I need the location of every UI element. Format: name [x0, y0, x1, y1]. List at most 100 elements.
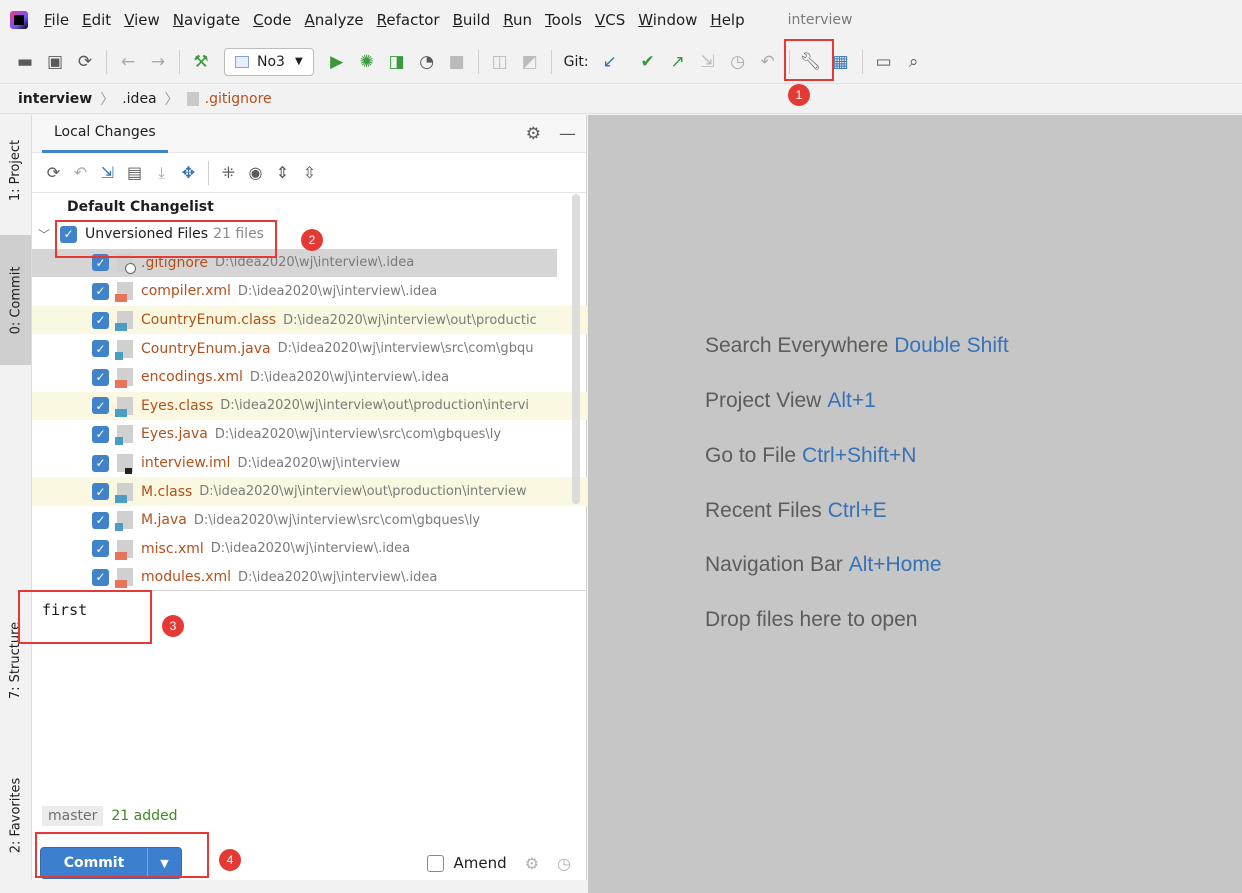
file-name: M.java: [141, 512, 187, 529]
gear-icon[interactable]: ⚙: [525, 854, 539, 873]
search-icon[interactable]: ⌕: [899, 48, 929, 76]
menu-run[interactable]: Run: [503, 11, 532, 29]
stop-icon[interactable]: ■: [442, 48, 472, 76]
file-row[interactable]: ✓ M.class D:\idea2020\wj\interview\out\p…: [32, 477, 587, 506]
file-row[interactable]: ✓ CountryEnum.class D:\idea2020\wj\inter…: [32, 305, 587, 335]
toolbar-divider: [861, 49, 863, 74]
coverage-icon[interactable]: ◨: [382, 48, 412, 76]
file-checkbox[interactable]: ✓: [92, 340, 109, 358]
changelist-icon[interactable]: ▤: [121, 159, 148, 187]
menu-refactor[interactable]: Refactor: [377, 11, 440, 29]
file-checkbox[interactable]: ✓: [92, 511, 109, 529]
attach-debugger-icon[interactable]: ◫: [485, 48, 515, 76]
java-file-icon: [115, 425, 133, 446]
chevron-down-icon[interactable]: ﹀: [38, 226, 50, 243]
git-update-icon[interactable]: ↙: [595, 48, 625, 76]
hint-label: Drop files here to open: [705, 608, 918, 631]
breadcrumb-project[interactable]: interview: [18, 91, 92, 107]
menu-code[interactable]: Code: [253, 11, 291, 29]
gear-icon[interactable]: ⚙: [526, 124, 541, 144]
file-row[interactable]: ✓ compiler.xml D:\idea2020\wj\interview\…: [32, 277, 587, 306]
terminal-icon[interactable]: ▭: [869, 48, 899, 76]
menu-tools[interactable]: Tools: [545, 11, 582, 29]
bottom-tool-strip: [0, 880, 588, 893]
tab-local-changes[interactable]: Local Changes: [42, 115, 168, 153]
file-name: misc.xml: [141, 540, 204, 557]
menu-analyze[interactable]: Analyze: [305, 11, 364, 29]
history-icon[interactable]: ◷: [723, 48, 753, 76]
tree-scrollbar[interactable]: [572, 194, 580, 504]
editor-empty-area[interactable]: Search Everywhere Double Shift Project Vi…: [588, 115, 1242, 893]
minimize-icon[interactable]: —: [559, 124, 576, 144]
menu-help[interactable]: Help: [710, 11, 744, 29]
sync-icon[interactable]: ⟳: [70, 48, 100, 76]
panel-actions: ⚙ —: [508, 124, 586, 144]
changelist-default[interactable]: Default Changelist: [32, 194, 587, 220]
hint-go-to-file: Go to File Ctrl+Shift+N: [705, 444, 916, 468]
file-row[interactable]: ✓ Eyes.class D:\idea2020\wj\interview\ou…: [32, 391, 587, 421]
file-checkbox[interactable]: ✓: [92, 568, 109, 586]
breadcrumb-file[interactable]: .gitignore: [205, 91, 272, 107]
file-checkbox[interactable]: ✓: [92, 483, 109, 501]
tab-project-label: 1: Project: [8, 139, 24, 201]
amend-checkbox[interactable]: [426, 854, 444, 872]
database-icon[interactable]: ◩: [515, 48, 545, 76]
group-by-icon[interactable]: ⁜: [215, 159, 242, 187]
file-checkbox[interactable]: ✓: [92, 540, 109, 558]
file-checkbox[interactable]: ✓: [92, 311, 109, 329]
open-folder-icon[interactable]: ▬: [10, 48, 40, 76]
show-diff-icon[interactable]: ⇲: [94, 159, 121, 187]
amend-toggle[interactable]: Amend ⚙ ◷: [426, 854, 571, 873]
rollback-icon[interactable]: ↶: [753, 48, 783, 76]
hint-drop-files: Drop files here to open: [705, 608, 917, 632]
hint-key: Double Shift: [894, 334, 1009, 357]
file-row[interactable]: ✓ modules.xml D:\idea2020\wj\interview\.…: [32, 563, 587, 589]
menu-edit[interactable]: Edit: [82, 11, 111, 29]
tab-commit[interactable]: 0: Commit: [0, 235, 31, 365]
file-row[interactable]: ✓ misc.xml D:\idea2020\wj\interview\.ide…: [32, 535, 587, 564]
git-commit-check-icon[interactable]: ✔: [633, 48, 663, 76]
back-arrow-icon[interactable]: ←: [113, 48, 143, 76]
shelve-icon[interactable]: ⤓: [148, 159, 175, 187]
toolbar-divider: [208, 160, 209, 185]
run-config-select[interactable]: No3 ▼: [224, 47, 314, 76]
tab-favorites[interactable]: 2: Favorites: [0, 755, 31, 875]
move-icon[interactable]: ✥: [175, 159, 202, 187]
git-compare-icon[interactable]: ⇲: [693, 48, 723, 76]
file-checkbox[interactable]: ✓: [92, 425, 109, 443]
rollback-icon[interactable]: ↶: [67, 159, 94, 187]
forward-arrow-icon[interactable]: →: [143, 48, 173, 76]
file-name: M.class: [141, 483, 193, 500]
hint-key: Ctrl+Shift+N: [802, 444, 917, 467]
tab-project[interactable]: 1: Project: [0, 115, 31, 225]
file-row[interactable]: ✓ CountryEnum.java D:\idea2020\wj\interv…: [32, 334, 587, 363]
save-all-icon[interactable]: ▣: [40, 48, 70, 76]
file-row[interactable]: ✓ Eyes.java D:\idea2020\wj\interview\src…: [32, 420, 587, 449]
breadcrumb-folder[interactable]: .idea: [122, 91, 156, 107]
refresh-icon[interactable]: ⟳: [40, 159, 67, 187]
xml-file-icon: [115, 368, 133, 389]
menu-file[interactable]: File: [44, 11, 69, 29]
file-checkbox[interactable]: ✓: [92, 368, 109, 386]
build-hammer-icon[interactable]: ⚒: [186, 48, 216, 76]
file-checkbox[interactable]: ✓: [92, 454, 109, 472]
file-row[interactable]: ✓ encodings.xml D:\idea2020\wj\interview…: [32, 363, 587, 392]
git-push-icon[interactable]: ↗: [663, 48, 693, 76]
collapse-all-icon[interactable]: ⇳: [296, 159, 323, 187]
debug-icon[interactable]: ✺: [352, 48, 382, 76]
menu-navigate[interactable]: Navigate: [173, 11, 240, 29]
eye-icon[interactable]: ◉: [242, 159, 269, 187]
profile-icon[interactable]: ◔: [412, 48, 442, 76]
file-checkbox[interactable]: ✓: [92, 282, 109, 300]
file-path: D:\idea2020\wj\interview: [237, 455, 401, 471]
file-checkbox[interactable]: ✓: [92, 397, 109, 415]
menu-view[interactable]: View: [124, 11, 160, 29]
expand-all-icon[interactable]: ⇕: [269, 159, 296, 187]
file-row[interactable]: ✓ M.java D:\idea2020\wj\interview\src\co…: [32, 506, 587, 535]
menu-vcs[interactable]: VCS: [595, 11, 625, 29]
history-icon[interactable]: ◷: [557, 854, 571, 873]
menu-build[interactable]: Build: [453, 11, 491, 29]
file-row[interactable]: ✓ interview.iml D:\idea2020\wj\interview: [32, 449, 587, 478]
menu-window[interactable]: Window: [638, 11, 697, 29]
run-icon[interactable]: ▶: [322, 48, 352, 76]
